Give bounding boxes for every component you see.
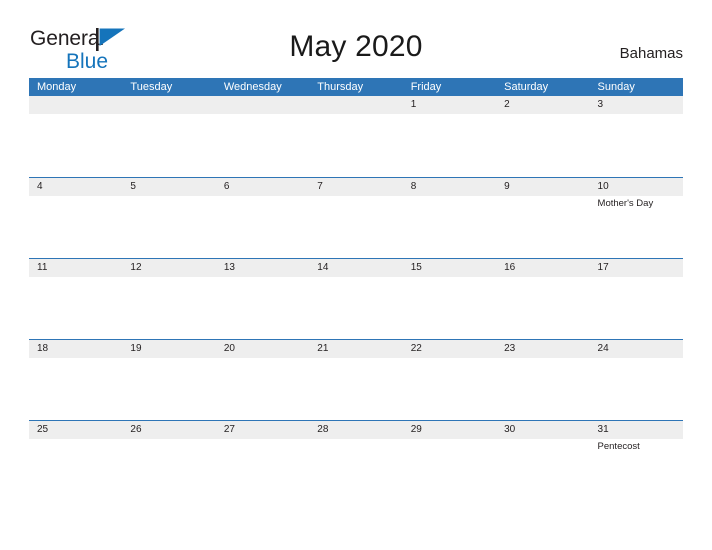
day-number: 1 [402, 96, 497, 114]
day-cell-18[interactable]: 18 [29, 340, 123, 420]
day-cell-15[interactable]: 15 [402, 259, 497, 339]
day-number: 10 [589, 178, 683, 196]
day-number [309, 96, 403, 114]
day-cell-30[interactable]: 30 [496, 421, 590, 501]
day-number: 7 [309, 178, 403, 196]
day-number [215, 96, 310, 114]
day-cell-13[interactable]: 13 [215, 259, 310, 339]
day-cell-5[interactable]: 5 [122, 178, 216, 258]
day-number: 23 [496, 340, 590, 358]
day-number: 8 [402, 178, 497, 196]
day-cell-7[interactable]: 7 [309, 178, 403, 258]
day-number: 12 [122, 259, 216, 277]
weekday-header-thursday: Thursday [317, 81, 364, 93]
calendar-grid: Monday Tuesday Wednesday Thursday Friday Satu… [29, 78, 683, 501]
calendar-weeks: 1 2 3 4 5 6 7 8 9 10 Mother's Day 11 12 13 14 15 16 17 18 1… [29, 96, 683, 501]
calendar-week-row: 4 5 6 7 8 9 10 Mother's Day [29, 177, 683, 258]
day-number: 2 [496, 96, 590, 114]
day-cell-28[interactable]: 28 [309, 421, 403, 501]
day-cell-19[interactable]: 19 [122, 340, 216, 420]
day-number: 16 [496, 259, 590, 277]
event-label: Mother's Day [597, 198, 654, 209]
calendar-week-row: 18 19 20 21 22 23 24 [29, 339, 683, 420]
weekday-header-friday: Friday [410, 81, 442, 93]
day-cell-25[interactable]: 25 [29, 421, 123, 501]
day-cell-1[interactable]: 1 [402, 96, 497, 176]
weekday-header-row: Monday Tuesday Wednesday Thursday Friday Satu… [29, 78, 683, 96]
day-number: 9 [496, 178, 590, 196]
locale-label: Bahamas [619, 45, 683, 62]
day-cell-24[interactable]: 24 [589, 340, 683, 420]
day-cell-empty [29, 96, 123, 176]
day-cell-empty [122, 96, 216, 176]
day-cell-12[interactable]: 12 [122, 259, 216, 339]
day-cell-empty [215, 96, 310, 176]
day-number: 30 [496, 421, 590, 439]
calendar-week-row: 123 [29, 96, 683, 177]
weekday-header-monday: Monday [37, 81, 77, 93]
day-number: 3 [589, 96, 683, 114]
day-cell-26[interactable]: 26 [122, 421, 216, 501]
day-number: 21 [309, 340, 403, 358]
calendar-week-row: 11 12 13 14 15 16 17 [29, 258, 683, 339]
day-cell-20[interactable]: 20 [215, 340, 310, 420]
day-cell-10[interactable]: 10 Mother's Day [589, 178, 683, 258]
page-title: May 2020 [289, 30, 423, 63]
weekday-header-tuesday: Tuesday [130, 81, 173, 93]
day-cell-31[interactable]: 31 Pentecost [589, 421, 683, 501]
day-number: 31 [589, 421, 683, 439]
day-cell-16[interactable]: 16 [496, 259, 590, 339]
event-label: Pentecost [597, 441, 640, 452]
weekday-header-wednesday: Wednesday [223, 81, 282, 93]
weekday-header-sunday: Sunday [597, 81, 635, 93]
day-cell-2[interactable]: 2 [496, 96, 590, 176]
day-events: Mother's Day [590, 196, 683, 210]
day-number: 28 [309, 421, 403, 439]
day-number: 14 [309, 259, 403, 277]
day-cell-4[interactable]: 4 [29, 178, 123, 258]
day-number: 19 [122, 340, 216, 358]
day-cell-8[interactable]: 8 [402, 178, 497, 258]
day-events: Pentecost [590, 439, 683, 453]
calendar-week-row: 25 26 27 28 29 30 31 Pentecost [29, 420, 683, 501]
day-cell-27[interactable]: 27 [215, 421, 310, 501]
day-number: 18 [29, 340, 123, 358]
day-number: 4 [29, 178, 123, 196]
day-cell-22[interactable]: 22 [402, 340, 497, 420]
day-number: 6 [215, 178, 310, 196]
day-number: 26 [122, 421, 216, 439]
day-cell-17[interactable]: 17 [589, 259, 683, 339]
day-cell-9[interactable]: 9 [496, 178, 590, 258]
day-cell-6[interactable]: 6 [215, 178, 310, 258]
day-cell-11[interactable]: 11 [29, 259, 123, 339]
day-number: 20 [215, 340, 310, 358]
calendar-page: General Blue May 2020 Bahamas Monday Tues… [0, 0, 712, 550]
day-cell-empty [309, 96, 403, 176]
day-number: 22 [402, 340, 497, 358]
day-cell-3[interactable]: 3 [589, 96, 683, 176]
day-cell-14[interactable]: 14 [309, 259, 403, 339]
day-number: 25 [29, 421, 123, 439]
day-cell-29[interactable]: 29 [402, 421, 497, 501]
day-number: 13 [215, 259, 310, 277]
day-number: 5 [122, 178, 216, 196]
page-header: General Blue May 2020 Bahamas [0, 0, 712, 78]
day-number: 27 [215, 421, 310, 439]
day-number: 29 [402, 421, 497, 439]
day-number [29, 96, 123, 114]
day-number: 15 [402, 259, 497, 277]
day-number: 17 [589, 259, 683, 277]
day-number [122, 96, 216, 114]
day-cell-23[interactable]: 23 [496, 340, 590, 420]
weekday-header-saturday: Saturday [504, 81, 549, 93]
day-cell-21[interactable]: 21 [309, 340, 403, 420]
day-number: 11 [29, 259, 123, 277]
day-number: 24 [589, 340, 683, 358]
